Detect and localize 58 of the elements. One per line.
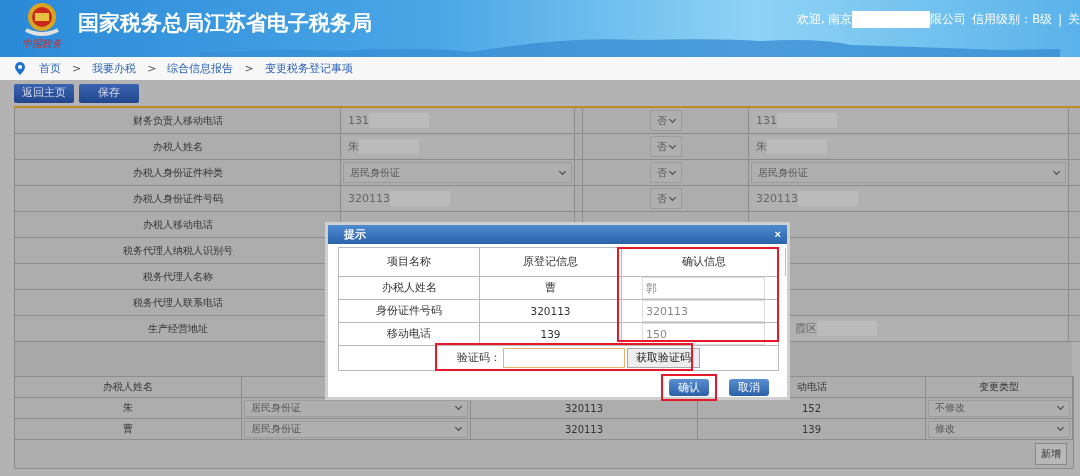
separator: | [1058, 12, 1062, 27]
breadcrumb-link[interactable]: 首页 [39, 61, 61, 76]
table-cell: 朱 [15, 398, 242, 418]
close-button[interactable]: × [774, 229, 781, 240]
change-select[interactable]: 否 [649, 136, 682, 157]
site-title: 国家税务总局江苏省电子税务局 [78, 9, 372, 37]
dialog-title: 提示 [344, 227, 366, 242]
emblem-icon [22, 0, 62, 38]
select-field[interactable]: 居民身份证 [244, 420, 468, 438]
welcome-text: 欢迎, 南京 [796, 12, 853, 27]
dialog-button[interactable]: 确认 [669, 379, 709, 396]
text-field[interactable]: 131 [343, 109, 572, 132]
add-button[interactable]: 新增 [1035, 443, 1067, 465]
toolbar-button[interactable]: 返回主页 [14, 83, 74, 103]
dialog-button[interactable]: 取消 [729, 379, 769, 396]
captcha-input-field[interactable] [503, 348, 625, 368]
location-pin-icon [15, 62, 25, 75]
text-field[interactable]: 320113 [751, 187, 1066, 210]
input-field[interactable]: 320113 [642, 300, 765, 322]
change-select[interactable]: 否 [649, 110, 682, 131]
table-cell: 曹 [15, 419, 242, 439]
breadcrumb-separator: > [72, 62, 82, 75]
select-field[interactable]: 居民身份证 [343, 162, 572, 183]
field-label: 办税人姓名 [14, 134, 340, 159]
select-field[interactable]: 不修改 [928, 399, 1070, 417]
breadcrumb-link[interactable]: 变更税务登记事项 [264, 61, 353, 76]
text-field[interactable]: 朱 [343, 135, 572, 158]
table-cell: 139 [698, 419, 926, 439]
table-cell: 320113 [471, 419, 698, 439]
text-field[interactable]: 320113 [343, 187, 572, 210]
text-field[interactable]: 131 [751, 109, 1066, 132]
select-field[interactable]: 居民身份证 [244, 399, 468, 417]
captcha-label: 验证码： [457, 351, 501, 365]
breadcrumb-separator: > [244, 62, 254, 75]
select-field[interactable]: 修改 [928, 420, 1070, 438]
logo-caption: 中国税务 [22, 38, 62, 50]
field-label: 办税人身份证件种类 [14, 160, 340, 185]
column-header: 变更类型 [926, 377, 1073, 397]
company-suffix: 限公司 [930, 12, 967, 27]
column-header: 办税人姓名 [15, 377, 242, 397]
get-code-button[interactable]: 获取验证码 [627, 348, 700, 368]
text-field[interactable]: 朱 [751, 135, 1066, 158]
change-select[interactable]: 否 [649, 162, 682, 183]
breadcrumb-separator: > [147, 62, 157, 75]
change-select[interactable]: 否 [649, 188, 682, 209]
credit-level: 信用级别：B级 [972, 12, 1053, 27]
table-cell: 办税人姓名 [339, 277, 480, 299]
field-label: 办税人身份证件号码 [14, 186, 340, 211]
column-header: 项目名称 [339, 248, 480, 276]
input-field[interactable]: 郭 [642, 277, 765, 299]
breadcrumb-link[interactable]: 综合信息报告 [167, 61, 234, 76]
table-cell: 移动电话 [339, 323, 480, 345]
header-link[interactable]: 关 [1068, 12, 1080, 27]
table-cell: 身份证件号码 [339, 300, 480, 322]
toolbar-button[interactable]: 保存 [79, 83, 139, 103]
select-field[interactable]: 居民身份证 [751, 162, 1066, 183]
breadcrumb-link[interactable]: 我要办税 [92, 61, 137, 76]
field-label: 财务负责人移动电话 [14, 108, 340, 133]
